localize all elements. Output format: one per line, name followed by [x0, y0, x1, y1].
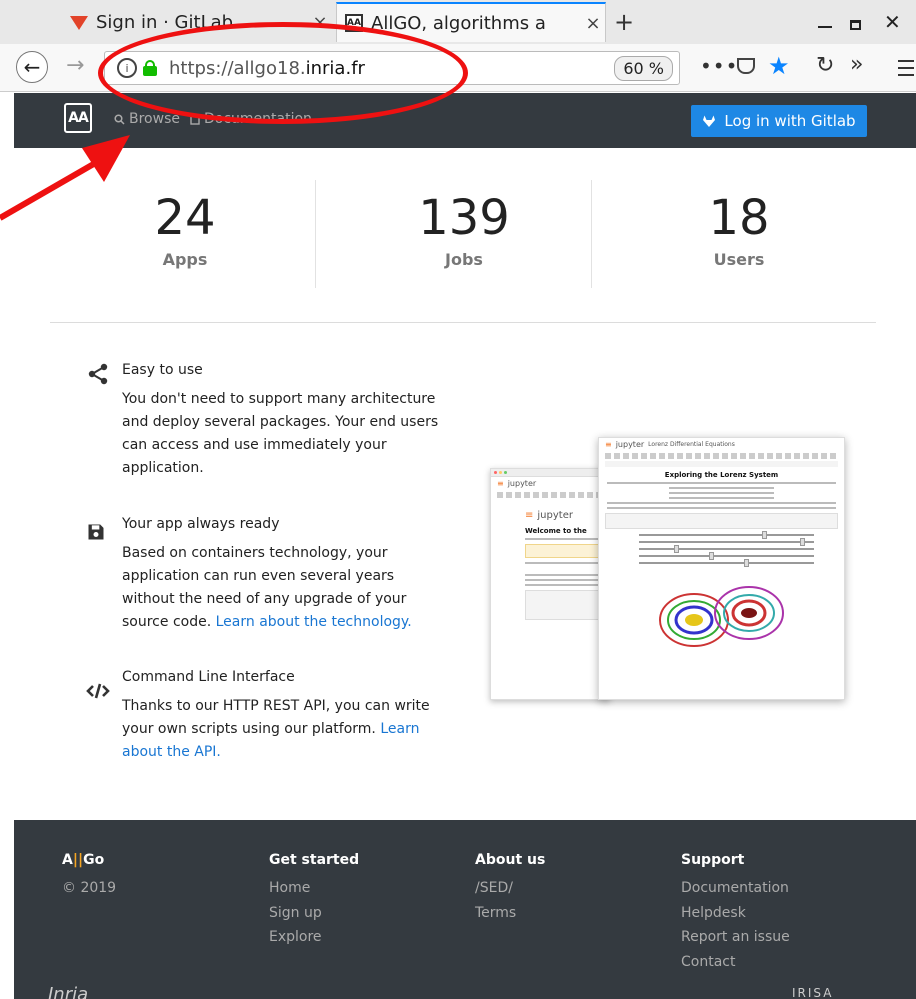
- window-close-icon[interactable]: ✕: [884, 10, 901, 34]
- bookmark-star-icon[interactable]: ★: [768, 52, 790, 80]
- footer-link-documentation[interactable]: Documentation: [681, 876, 790, 901]
- feature-text: Thanks to our HTTP REST API, you can wri…: [122, 698, 430, 760]
- zoom-level[interactable]: 60 %: [614, 55, 673, 81]
- jupyter-screenshot-back: ≡ jupyter ≡ jupyter Welcome to the: [490, 468, 610, 700]
- stat-users: 18 Users: [604, 190, 874, 269]
- stat-users-label: Users: [713, 250, 765, 269]
- feature-text: Based on containers technology, your app…: [122, 545, 412, 630]
- share-icon: [88, 363, 108, 385]
- irisa-logo: IRISA: [792, 986, 834, 999]
- footer-about-us: About us /SED/ Terms: [475, 852, 545, 925]
- footer-column-title: Support: [681, 852, 745, 868]
- footer-link-report-issue[interactable]: Report an issue: [681, 925, 790, 950]
- browser-tab-bar: Sign in · GitLab × AA AllGO, algorithms …: [0, 0, 916, 44]
- feature-cli: Command Line Interface Thanks to our HTT…: [86, 667, 446, 764]
- site-footer: A||Go © 2019 Get started Home Sign up Ex…: [14, 820, 916, 999]
- forward-button[interactable]: →: [66, 53, 84, 78]
- overflow-chevron-icon[interactable]: »: [850, 52, 863, 77]
- footer-brand: A||Go © 2019: [62, 852, 116, 901]
- jupyter-screenshot-front: ≡ jupyter Lorenz Differential Equations Ex…: [598, 437, 845, 700]
- learn-technology-link[interactable]: Learn about the technology.: [216, 614, 412, 630]
- login-gitlab-button[interactable]: Log in with Gitlab: [691, 105, 867, 137]
- close-tab-icon[interactable]: ×: [581, 13, 605, 34]
- minimize-icon[interactable]: [818, 26, 832, 28]
- search-icon: [114, 113, 125, 125]
- lorenz-attractor-plot: [659, 586, 784, 647]
- floppy-icon: [88, 524, 104, 540]
- stat-users-value: 18: [708, 190, 770, 246]
- footer-link-explore[interactable]: Explore: [269, 925, 359, 950]
- footer-copyright: © 2019: [62, 880, 117, 896]
- section-divider: [50, 322, 876, 323]
- footer-link-home[interactable]: Home: [269, 876, 359, 901]
- gitlab-icon: [703, 115, 716, 127]
- jupyter-logo-text: jupyter: [507, 479, 537, 488]
- footer-get-started: Get started Home Sign up Explore: [269, 852, 359, 950]
- stat-divider: [591, 180, 592, 288]
- login-label: Log in with Gitlab: [724, 112, 856, 130]
- pocket-icon[interactable]: [737, 58, 755, 74]
- lorenz-heading: Exploring the Lorenz System: [664, 471, 779, 479]
- stat-jobs-value: 139: [418, 190, 510, 246]
- footer-link-sign-up[interactable]: Sign up: [269, 901, 359, 926]
- stat-apps: 24 Apps: [50, 190, 320, 269]
- footer-column-title: Get started: [269, 852, 360, 868]
- footer-link-sed[interactable]: /SED/: [475, 876, 545, 901]
- hamburger-menu-icon[interactable]: [898, 60, 914, 81]
- stat-jobs: 139 Jobs: [329, 190, 599, 269]
- stat-apps-value: 24: [154, 190, 216, 246]
- gitlab-icon: [70, 16, 88, 30]
- reload-icon[interactable]: ↻: [816, 53, 834, 78]
- back-button[interactable]: ←: [16, 51, 48, 83]
- jupyter-logo-text: jupyter: [615, 440, 645, 449]
- jupyter-welcome-heading: Welcome to the: [525, 527, 587, 535]
- footer-link-contact[interactable]: Contact: [681, 950, 790, 975]
- stat-apps-label: Apps: [162, 250, 208, 269]
- code-icon: [86, 683, 110, 699]
- footer-column-title: About us: [475, 852, 546, 868]
- footer-link-helpdesk[interactable]: Helpdesk: [681, 901, 790, 926]
- tab-label: AllGO, algorithms a: [371, 12, 546, 34]
- annotation-ellipse: [98, 22, 468, 124]
- feature-always-ready: Your app always ready Based on container…: [86, 514, 446, 634]
- feature-title: Easy to use: [122, 362, 203, 378]
- inria-logo: Inria: [48, 984, 89, 999]
- feature-title: Your app always ready: [122, 516, 280, 532]
- feature-title: Command Line Interface: [122, 669, 295, 685]
- feature-text: You don't need to support many architect…: [122, 391, 439, 476]
- footer-support: Support Documentation Helpdesk Report an…: [681, 852, 790, 974]
- footer-link-terms[interactable]: Terms: [475, 901, 545, 926]
- stat-divider: [315, 180, 316, 288]
- allgo-logo[interactable]: AA: [64, 103, 92, 133]
- maximize-icon[interactable]: [850, 20, 861, 30]
- feature-easy-to-use: Easy to use You don't need to support ma…: [86, 360, 446, 480]
- page-actions-icon[interactable]: •••: [700, 54, 738, 78]
- new-tab-button[interactable]: +: [614, 8, 634, 36]
- stat-jobs-label: Jobs: [445, 250, 483, 269]
- footer-brand-name: A||Go: [62, 852, 105, 868]
